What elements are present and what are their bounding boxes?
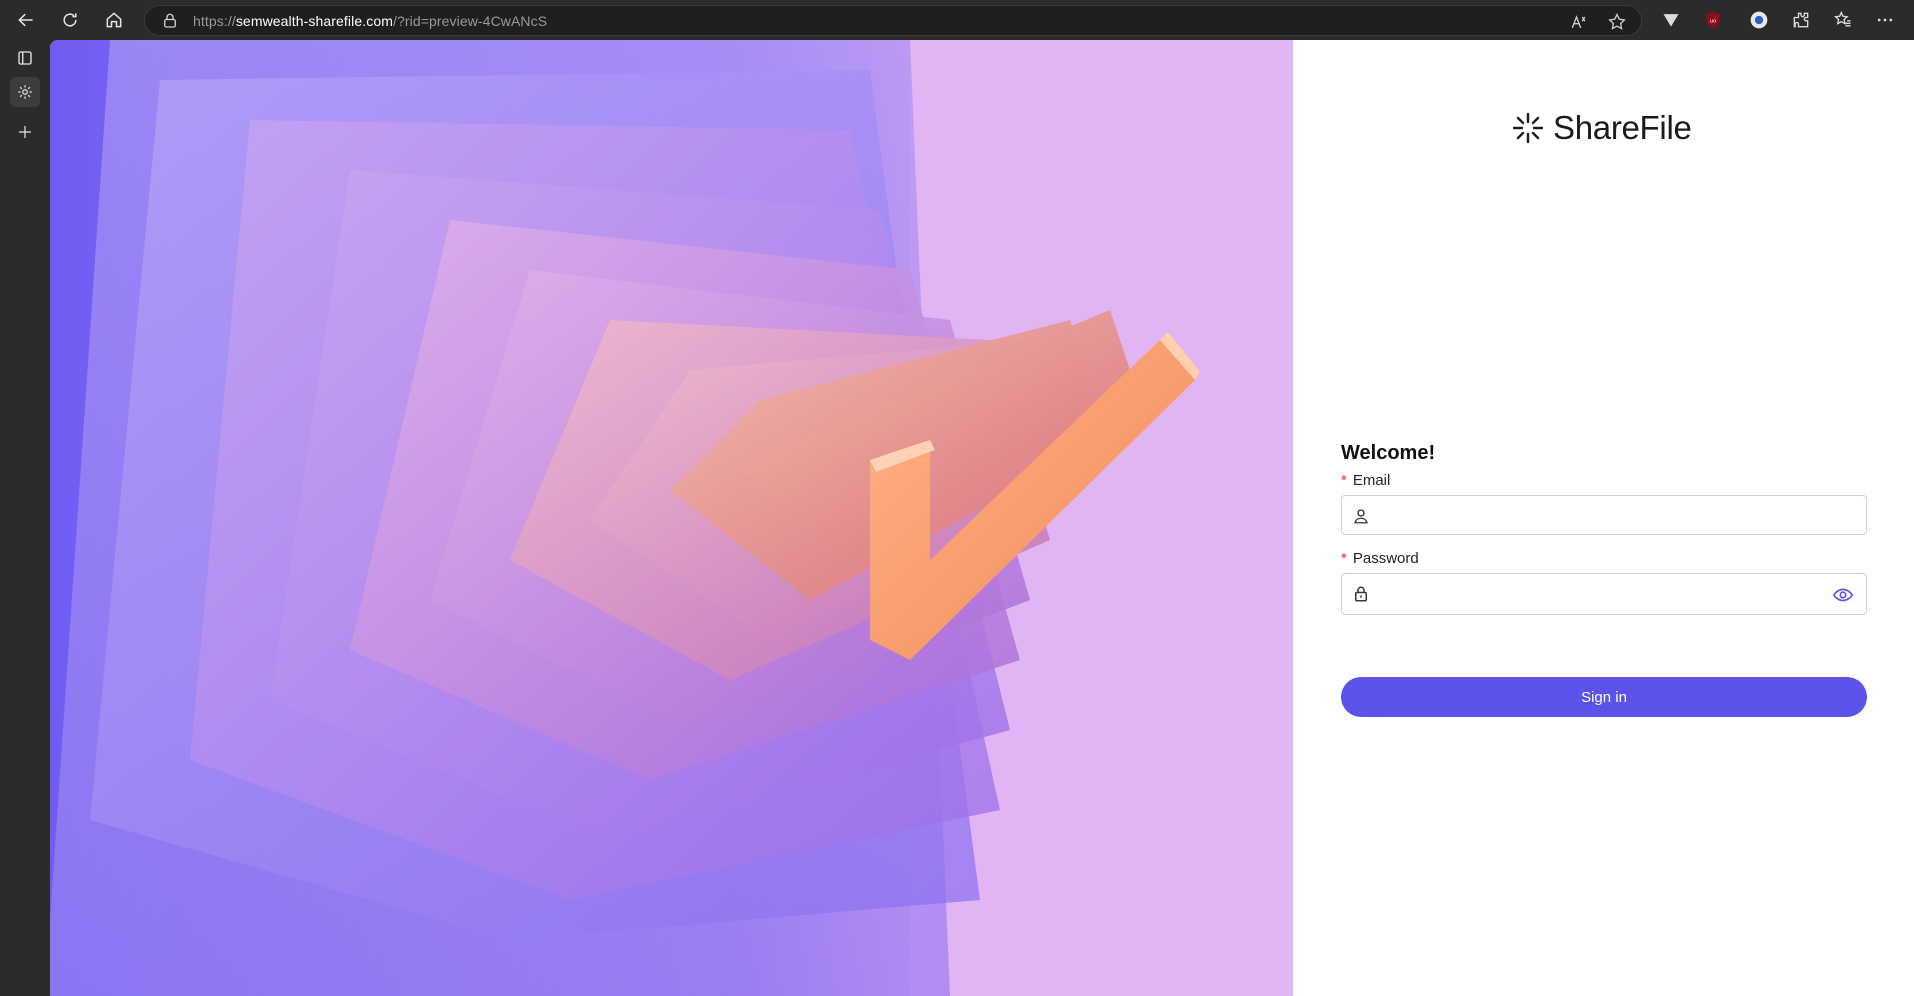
url-text[interactable]: https://semwealth-sharefile.com/?rid=pre…	[193, 13, 547, 29]
ublock-icon[interactable]: uo	[1702, 9, 1724, 31]
lock-icon	[1352, 585, 1370, 603]
url-host: semwealth-sharefile.com	[235, 13, 393, 29]
url-path: /?rid=preview-4CwANcS	[392, 13, 548, 29]
password-input[interactable]	[1382, 574, 1822, 612]
brand-name: ShareFile	[1553, 109, 1692, 146]
layered-checkmark-artwork	[50, 40, 1293, 996]
more-icon[interactable]	[1874, 9, 1896, 31]
lock-icon[interactable]	[161, 12, 179, 30]
login-panel: ShareFile Welcome! * Email * Password Sign…	[1293, 40, 1914, 996]
svg-text:uo: uo	[1710, 19, 1716, 25]
back-icon[interactable]	[10, 5, 42, 35]
required-mark: *	[1341, 550, 1347, 567]
extension-v-icon[interactable]	[1660, 9, 1682, 31]
password-label-text: Password	[1352, 550, 1419, 567]
email-input[interactable]	[1382, 496, 1822, 534]
welcome-heading: Welcome!	[1341, 442, 1436, 464]
favorite-star-icon[interactable]	[1607, 12, 1627, 32]
read-aloud-icon[interactable]	[1569, 12, 1589, 32]
email-label-text: Email	[1352, 472, 1391, 489]
profile-extension-icon[interactable]	[1748, 9, 1770, 31]
tab-actions-icon[interactable]	[10, 43, 40, 73]
password-field-container[interactable]	[1341, 573, 1867, 615]
email-field-container[interactable]	[1341, 495, 1867, 535]
hero-illustration	[50, 40, 1293, 996]
refresh-icon[interactable]	[54, 5, 86, 35]
puzzle-icon[interactable]	[1790, 9, 1812, 31]
sharefile-logo: ShareFile	[1511, 108, 1692, 148]
web-page: ShareFile Welcome! * Email * Password Sign…	[50, 40, 1914, 996]
address-bar[interactable]: https://semwealth-sharefile.com/?rid=pre…	[144, 5, 1642, 36]
required-mark: *	[1341, 472, 1347, 489]
browser-toolbar: https://semwealth-sharefile.com/?rid=pre…	[0, 0, 1914, 40]
browser-sidebar	[0, 40, 50, 996]
sign-in-button[interactable]: Sign in	[1341, 677, 1867, 717]
favorites-icon[interactable]	[1832, 9, 1854, 31]
home-icon[interactable]	[98, 5, 130, 35]
password-label: * Password	[1341, 550, 1419, 567]
user-icon	[1352, 507, 1370, 525]
show-password-eye-icon[interactable]	[1832, 584, 1854, 604]
new-tab-icon[interactable]	[10, 117, 40, 147]
email-label: * Email	[1341, 472, 1390, 489]
active-tab-icon[interactable]	[10, 77, 40, 107]
url-scheme: https://	[193, 13, 236, 29]
sharefile-logo-icon	[1512, 112, 1544, 144]
